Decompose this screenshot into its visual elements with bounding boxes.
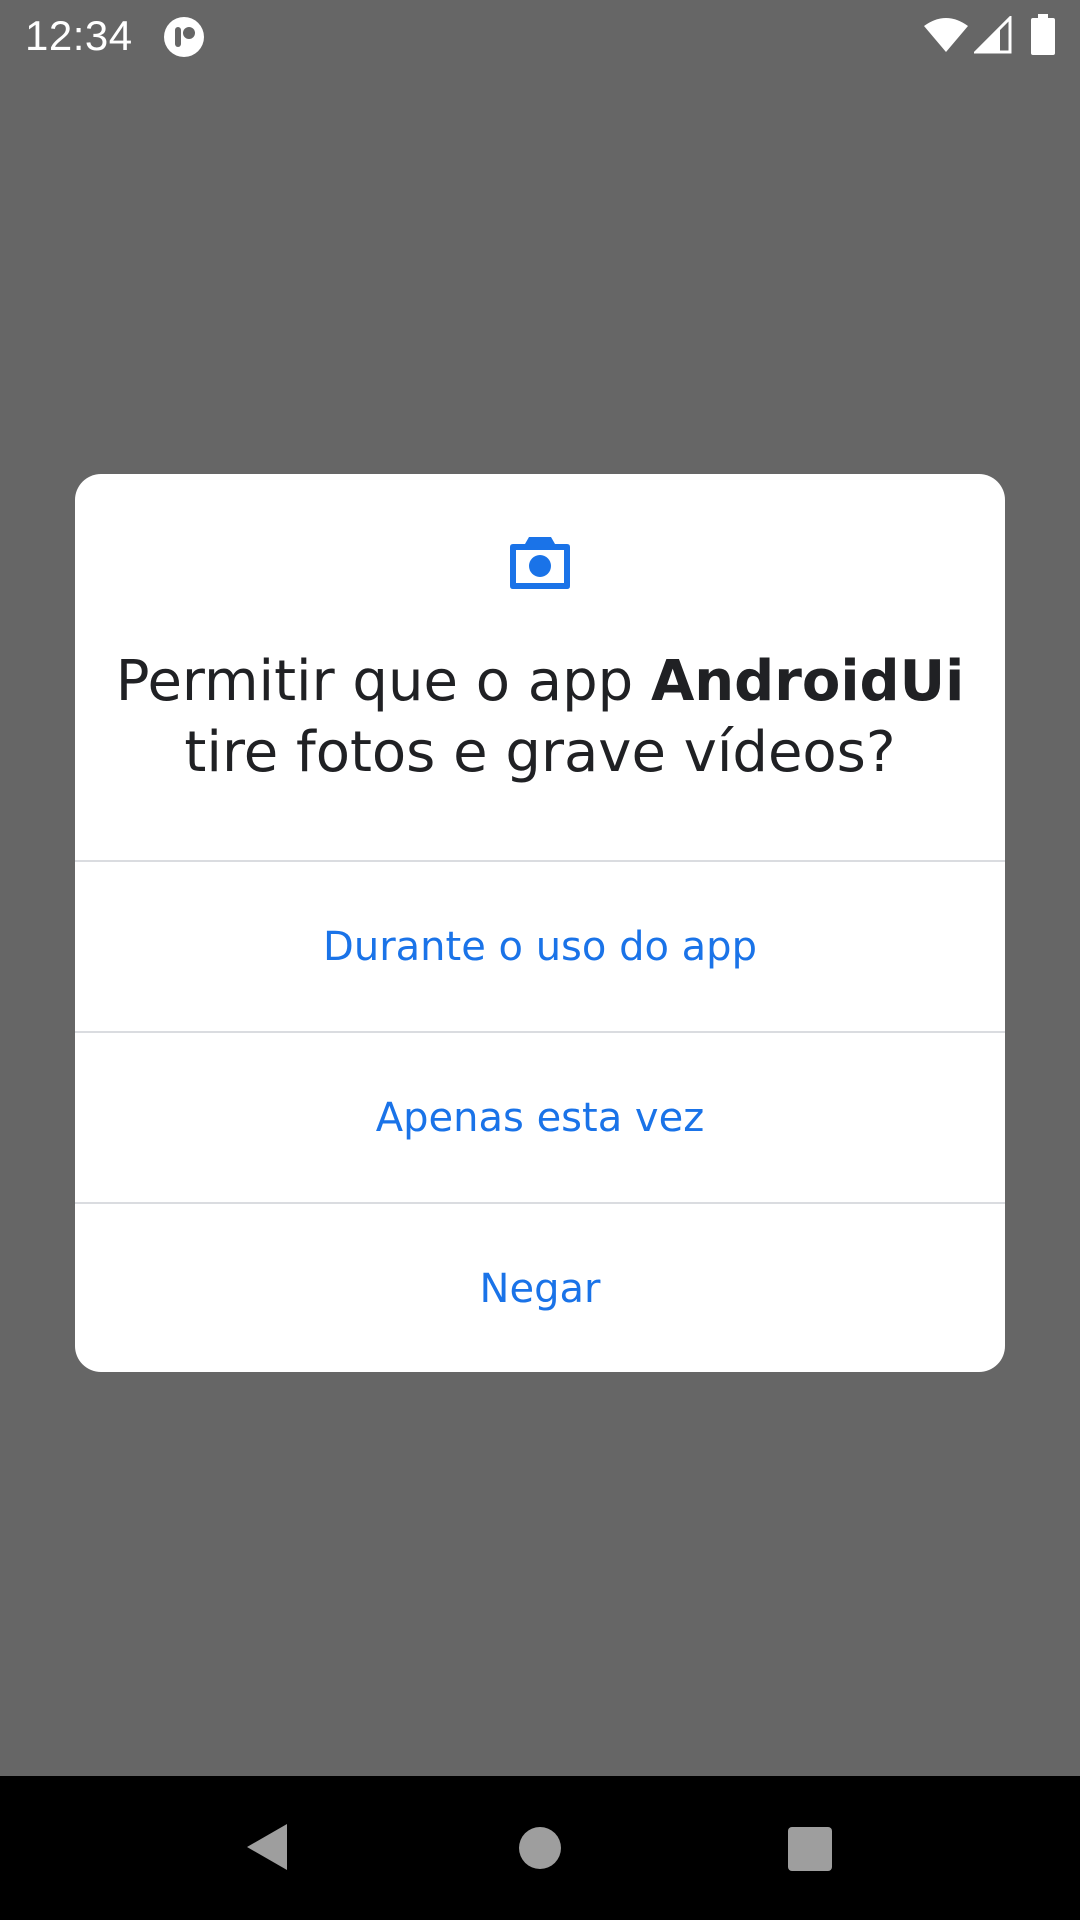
back-icon[interactable] [245, 1822, 289, 1872]
wifi-icon [924, 18, 968, 52]
status-time: 12:34 [25, 12, 133, 59]
allow-once-button[interactable]: Apenas esta vez [75, 1033, 1005, 1202]
home-icon[interactable] [518, 1826, 562, 1870]
battery-icon [1031, 14, 1055, 55]
permission-dialog: Permitir que o app AndroidUi tire fotos … [75, 474, 1005, 1372]
title-prefix: Permitir que o app [115, 649, 651, 714]
signal-icon [974, 16, 1012, 54]
navigation-bar [0, 1776, 1080, 1920]
title-suffix: tire fotos e grave vídeos? [184, 720, 896, 785]
deny-button[interactable]: Negar [75, 1204, 1005, 1372]
title-app-name: AndroidUi [650, 649, 965, 714]
dialog-header: Permitir que o app AndroidUi tire fotos … [75, 474, 1005, 861]
status-bar: 12:34 [0, 0, 1080, 72]
allow-while-using-button[interactable]: Durante o uso do app [75, 862, 1005, 1031]
dialog-title: Permitir que o app AndroidUi tire fotos … [115, 646, 965, 788]
app-notification-icon [164, 17, 204, 57]
recents-icon[interactable] [787, 1826, 833, 1872]
camera-icon [510, 537, 570, 589]
